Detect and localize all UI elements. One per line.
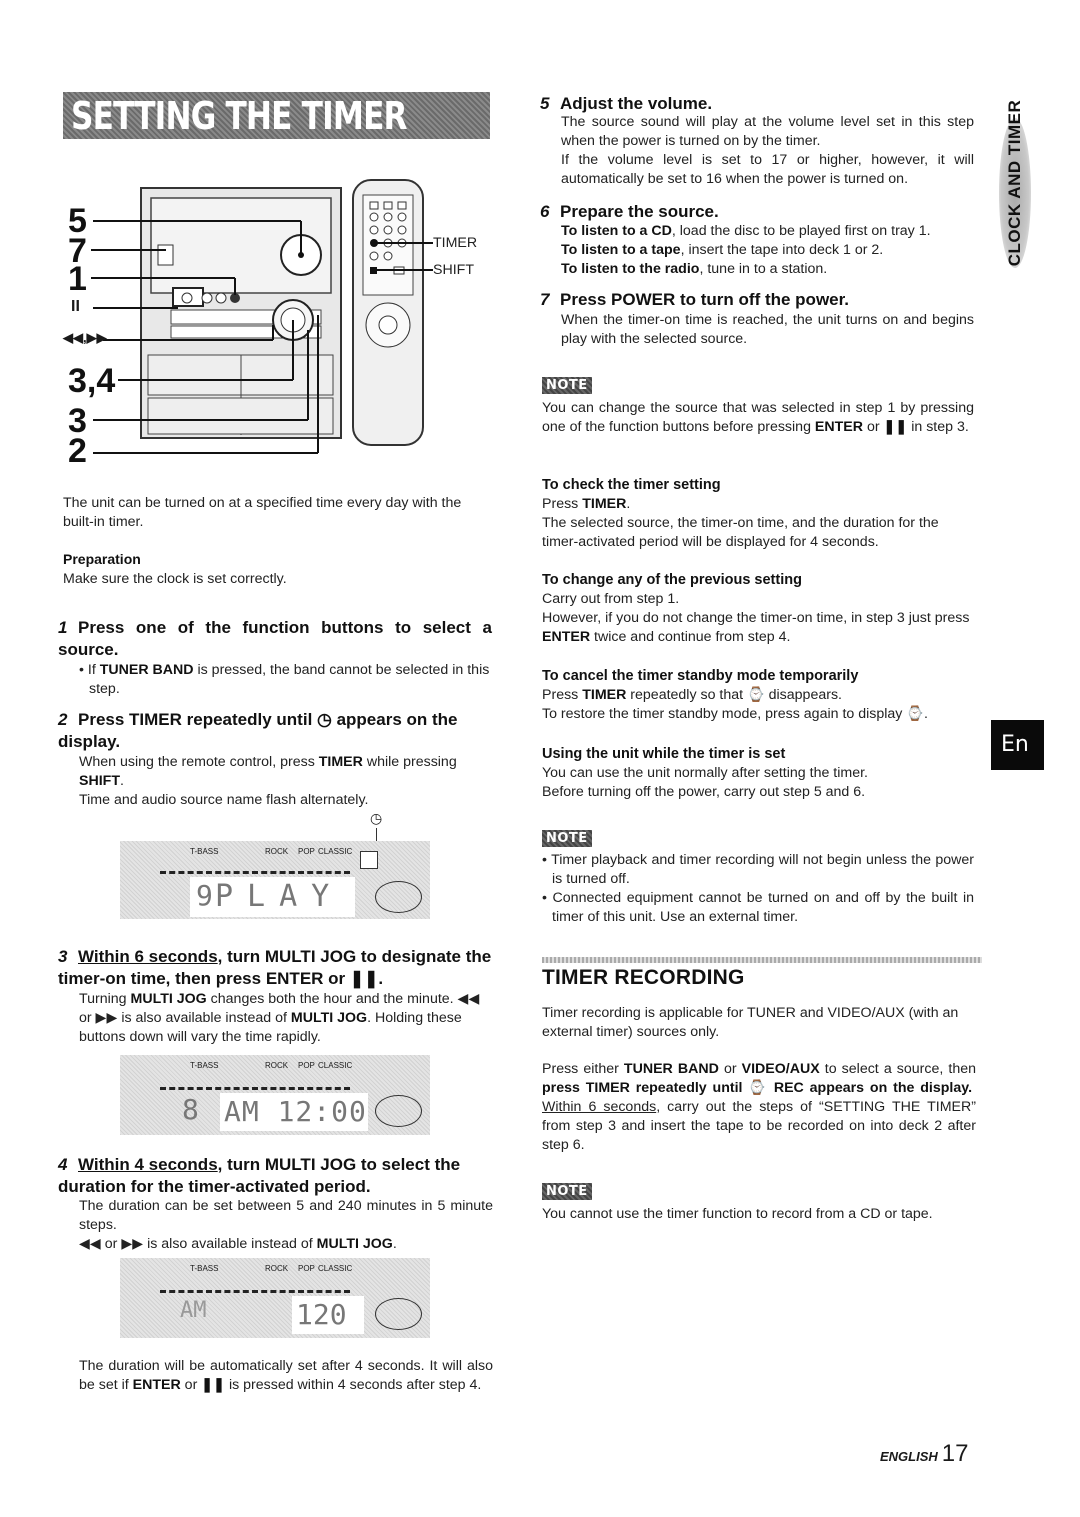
cancel-body: Press TIMER repeatedly so that ⌚ disappe… xyxy=(542,687,928,722)
callout-1: 1 xyxy=(68,260,87,298)
intro-text: The unit can be turned on at a specified… xyxy=(63,495,462,530)
check-title: To check the timer setting xyxy=(542,477,721,493)
display-figure-duration: T-BASS ROCK POP CLASSIC AM 120 xyxy=(120,1258,430,1338)
lcd-display: T-BASS ROCK POP CLASSIC PLAY 9 xyxy=(120,841,430,919)
note-2-list: • Timer playback and timer recording wil… xyxy=(542,851,974,927)
section-side-tab: CLOCK AND TIMER xyxy=(995,88,1035,288)
step-5-title: 5 Adjust the volume. xyxy=(540,94,713,113)
page-title-banner: SETTING THE TIMER xyxy=(63,92,490,139)
step-7-body: When the timer-on time is reached, the u… xyxy=(561,312,974,347)
callout-skip: ◀◀,▶▶ xyxy=(63,330,107,345)
display-figure-play: ◷ T-BASS ROCK POP CLASSIC PLAY 9 xyxy=(120,808,440,919)
step-6-title: 6 Prepare the source. xyxy=(540,202,719,221)
step-3-body: Turning MULTI JOG changes both the hour … xyxy=(79,991,480,1045)
timer-clock-icon: ◷ xyxy=(317,710,332,729)
step-4-title: 4 Within 4 seconds, turn MULTI JOG to sel… xyxy=(58,1155,461,1196)
preparation-text: Make sure the clock is set correctly. xyxy=(63,571,287,587)
change-title: To change any of the previous setting xyxy=(542,572,802,588)
step-2-title: 2 Press TIMER repeatedly until ◷ appears … xyxy=(58,710,458,751)
step-6-body: To listen to a CD, load the disc to be p… xyxy=(561,223,931,277)
step-3-title: 3 Within 6 seconds, turn MULTI JOG to des… xyxy=(58,947,492,988)
language-tab: En xyxy=(991,720,1044,770)
step-1-bullet: • If TUNER BAND is pressed, the band can… xyxy=(79,662,490,697)
step-5-body: The source sound will play at the volume… xyxy=(561,114,974,187)
section-divider xyxy=(542,957,982,963)
lcd-main-text: PLAY xyxy=(215,879,344,914)
callout-3-4: 3,4 xyxy=(68,362,116,400)
note-badge: NOTE xyxy=(542,830,592,847)
remote-label-shift: SHIFT xyxy=(433,262,474,278)
using-title: Using the unit while the timer is set xyxy=(542,746,786,762)
lcd-main-text: AM 12:00 xyxy=(224,1095,367,1128)
step-4-body: The duration can be set between 5 and 24… xyxy=(79,1198,493,1252)
preparation-title: Preparation xyxy=(63,551,141,567)
page-number: 17 xyxy=(941,1440,969,1467)
note-1-text: You can change the source that was selec… xyxy=(542,400,974,435)
page-footer: ENGLISH 17 xyxy=(880,1440,969,1468)
note-2-bullet: • Connected equipment cannot be turned o… xyxy=(542,890,974,925)
note-2-bullet: • Timer playback and timer recording wil… xyxy=(542,852,975,887)
step-7-title: 7 Press POWER to turn off the power. xyxy=(540,290,850,309)
using-body: You can use the unit normally after sett… xyxy=(542,765,868,800)
side-tab-label: CLOCK AND TIMER xyxy=(1005,99,1024,267)
stereo-illustration: 5 7 1 II ◀◀,▶▶ 3,4 3 2 TIMER SHIFT xyxy=(63,170,493,470)
display-figure-time: T-BASS ROCK POP CLASSIC 8 AM 12:00 xyxy=(120,1055,430,1135)
remote-label-timer: TIMER xyxy=(433,235,478,251)
step-1-title: 1 Press one of the function buttons to se… xyxy=(58,618,492,659)
note-badge: NOTE xyxy=(542,377,592,394)
footer-language: ENGLISH xyxy=(880,1449,938,1464)
callout-pause: II xyxy=(71,298,80,315)
timer-recording-title: TIMER RECORDING xyxy=(542,966,745,989)
cancel-title: To cancel the timer standby mode tempora… xyxy=(542,668,859,684)
step-2-body: When using the remote control, press TIM… xyxy=(79,754,457,808)
timer-recording-p2: Press either TUNER BAND or VIDEO/AUX to … xyxy=(542,1061,977,1153)
timer-clock-icon: ◷ xyxy=(370,810,383,826)
check-body: Press TIMER. The selected source, the ti… xyxy=(542,496,939,550)
step-4-after: The duration will be automatically set a… xyxy=(79,1358,493,1393)
lcd-main-text: 120 xyxy=(296,1298,347,1331)
timer-recording-p1: Timer recording is applicable for TUNER … xyxy=(542,1005,959,1040)
stereo-and-remote-diagram xyxy=(91,179,433,454)
change-body: Carry out from step 1. However, if you d… xyxy=(542,591,970,645)
note-3-text: You cannot use the timer function to rec… xyxy=(542,1206,933,1222)
callout-2: 2 xyxy=(68,432,87,470)
note-badge: NOTE xyxy=(542,1183,592,1200)
page-title: SETTING THE TIMER xyxy=(71,94,408,138)
